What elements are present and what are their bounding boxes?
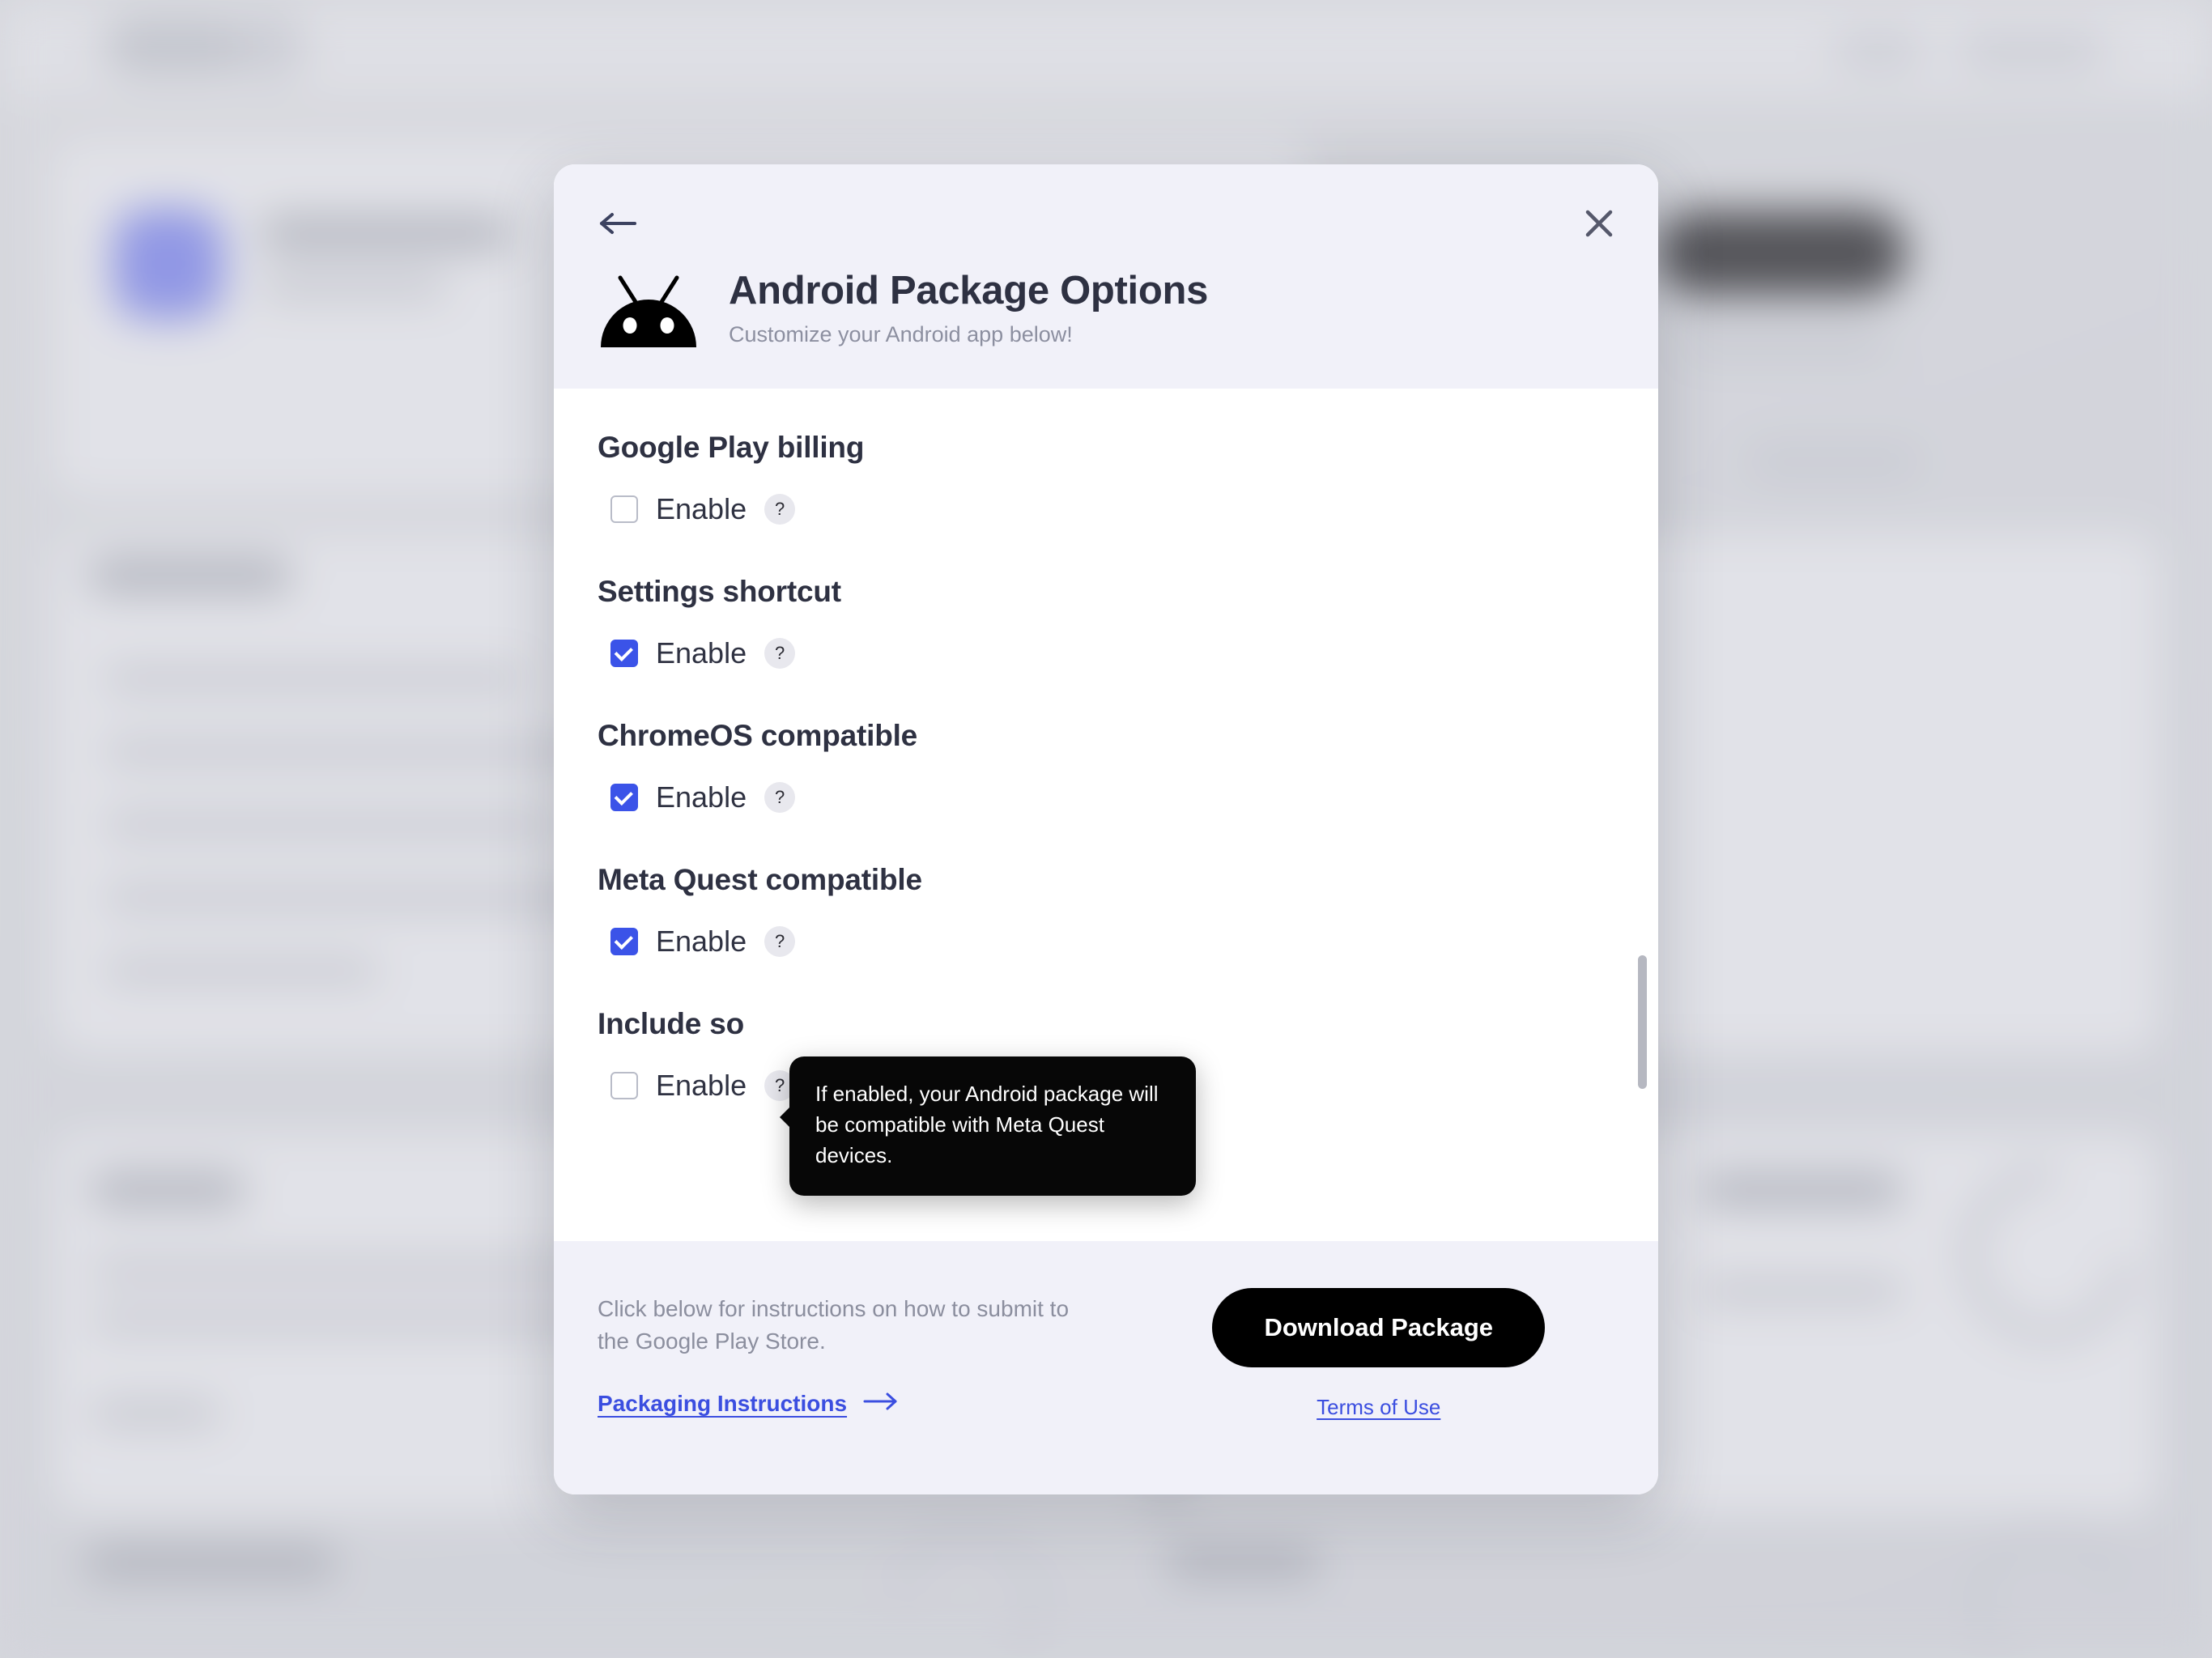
enable-checkbox[interactable] [610, 784, 638, 811]
enable-label: Enable [656, 780, 747, 814]
section-chromeos-compatible: ChromeOS compatible Enable ? [598, 719, 1614, 813]
modal-header-row: Android Package Options Customize your A… [598, 266, 1208, 351]
section-title: Include so [598, 1007, 744, 1040]
modal-footer: Click below for instructions on how to s… [554, 1241, 1658, 1494]
scrollbar-track[interactable] [1636, 389, 1650, 1241]
modal-header-text: Android Package Options Customize your A… [729, 268, 1209, 347]
enable-checkbox[interactable] [610, 640, 638, 667]
enable-label: Enable [656, 925, 747, 958]
section-title: ChromeOS compatible [598, 719, 918, 752]
arrow-right-icon [863, 1392, 899, 1415]
section-meta-quest-compatible: Meta Quest compatible Enable ? [598, 863, 1614, 957]
section-settings-shortcut: Settings shortcut Enable ? [598, 575, 1614, 669]
option-row: Enable ? [598, 782, 1614, 813]
help-icon[interactable]: ? [764, 638, 796, 669]
option-row: Enable ? [598, 494, 1614, 525]
section-title: Settings shortcut [598, 575, 841, 608]
enable-label: Enable [656, 1069, 747, 1102]
help-icon[interactable]: ? [764, 494, 796, 525]
enable-checkbox[interactable] [610, 928, 638, 955]
back-arrow-icon[interactable] [596, 201, 641, 246]
section-title: Meta Quest compatible [598, 863, 922, 896]
close-icon[interactable] [1576, 200, 1623, 247]
android-package-options-modal: Android Package Options Customize your A… [554, 164, 1658, 1494]
help-tooltip: If enabled, your Android package will be… [780, 1056, 1196, 1196]
android-robot-icon [601, 275, 696, 347]
footer-instructions-note: Click below for instructions on how to s… [598, 1296, 1070, 1354]
modal-header: Android Package Options Customize your A… [554, 164, 1658, 389]
footer-left: Click below for instructions on how to s… [598, 1288, 1083, 1417]
section-title: Google Play billing [598, 431, 865, 464]
terms-of-use-link[interactable]: Terms of Use [1317, 1395, 1440, 1420]
help-icon[interactable]: ? [764, 926, 796, 957]
footer-right: Download Package Terms of Use [1212, 1288, 1614, 1420]
section-google-play-billing: Google Play billing Enable ? [598, 431, 1614, 525]
packaging-instructions-link[interactable]: Packaging Instructions [598, 1391, 847, 1417]
packaging-instructions-row[interactable]: Packaging Instructions [598, 1391, 1083, 1417]
option-row: Enable ? [598, 926, 1614, 957]
enable-checkbox[interactable] [610, 1072, 638, 1099]
download-package-button[interactable]: Download Package [1212, 1288, 1545, 1367]
page-subtitle: Customize your Android app below! [729, 321, 1073, 346]
scrollbar-thumb[interactable] [1638, 955, 1647, 1089]
enable-label: Enable [656, 636, 747, 670]
help-icon[interactable]: ? [764, 782, 796, 813]
enable-label: Enable [656, 492, 747, 525]
enable-checkbox[interactable] [610, 495, 638, 523]
option-row: Enable ? [598, 638, 1614, 669]
page-title: Android Package Options [729, 268, 1209, 312]
